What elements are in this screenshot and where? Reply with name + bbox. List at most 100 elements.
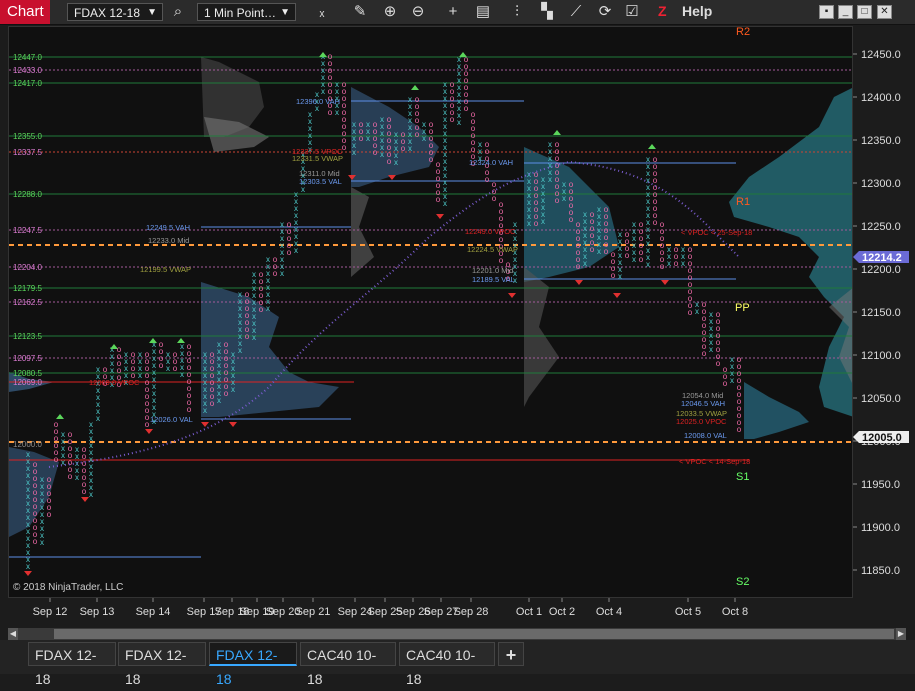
- tab-cac40-1[interactable]: CAC40 10-18: [300, 642, 396, 687]
- x-box: x: [96, 414, 100, 423]
- o-box: o: [342, 143, 347, 152]
- tab-cac40-2[interactable]: CAC40 10-18: [399, 642, 495, 687]
- tab-fdax-active[interactable]: FDAX 12-18: [209, 642, 297, 687]
- val-label: 12026.0 VAL: [150, 415, 193, 424]
- pencil-icon[interactable]: ✎: [350, 2, 370, 22]
- date-tick-label: Oct 2: [549, 606, 575, 618]
- data-box-icon[interactable]: ▤: [473, 2, 493, 22]
- o-box: o: [33, 537, 38, 546]
- drawing-tools-icon[interactable]: ⟋: [566, 2, 586, 22]
- naked-vpoc-label: < VPOC < 14-Sep-18: [679, 457, 750, 466]
- vwap-label: 12224.5 VWAP: [467, 245, 518, 254]
- zoom-out-icon[interactable]: ⊖: [408, 2, 428, 22]
- price-tick-label: 12100.0: [861, 350, 901, 362]
- o-box: o: [436, 195, 441, 204]
- x-box: x: [632, 255, 636, 264]
- o-box: o: [674, 259, 679, 268]
- tab-fdax-1[interactable]: FDAX 12-18: [28, 642, 116, 687]
- scroll-left-icon[interactable]: ◀: [8, 628, 18, 640]
- pivot-r2: R2: [736, 27, 750, 38]
- refresh-icon[interactable]: ⟳: [595, 2, 615, 22]
- add-tab-icon[interactable]: +: [498, 642, 524, 666]
- o-box: o: [688, 308, 693, 317]
- interval-selector[interactable]: 1 Min Point… ▼: [197, 3, 296, 21]
- o-box: o: [499, 256, 504, 265]
- mid-label: 12201.0 Mid: [472, 266, 513, 275]
- strategies-icon[interactable]: ▚: [537, 2, 557, 22]
- crosshair-icon[interactable]: +: [443, 2, 463, 22]
- vwap-label: 12199.5 VWAP: [140, 265, 191, 274]
- price-tick-label: 12050.0: [861, 393, 901, 405]
- date-tick-label: Sep 13: [80, 606, 115, 618]
- price-tick-label: 12150.0: [861, 307, 901, 319]
- o-box: o: [590, 245, 595, 254]
- o-box: o: [569, 215, 574, 224]
- scrollbar-thumb[interactable]: [54, 629, 894, 639]
- zoom-in-icon[interactable]: ⊕: [380, 2, 400, 22]
- copyright-label: © 2018 NinjaTrader, LLC: [13, 582, 123, 593]
- level-label: 12447.0: [13, 53, 42, 62]
- price-tick-label: 12400.0: [861, 92, 901, 104]
- x-box: x: [294, 246, 298, 255]
- chart-toolbar: Chart FDAX 12-18 ▼ ⌕ 1 Min Point… ▼ ₓ ✎ …: [0, 0, 915, 25]
- vpoc-label: 12025.0 VPOC: [676, 417, 727, 426]
- o-box: o: [82, 487, 87, 496]
- minimize-icon[interactable]: _: [838, 5, 853, 19]
- level-label: 12247.5: [13, 226, 42, 235]
- x-box: x: [366, 134, 370, 143]
- o-box: o: [387, 157, 392, 166]
- properties-icon[interactable]: ☑: [622, 2, 642, 22]
- x-box: x: [75, 473, 79, 482]
- price-tick-label: 12450.0: [861, 49, 901, 61]
- o-box: o: [555, 196, 560, 205]
- o-box: o: [716, 359, 721, 368]
- o-box: o: [54, 455, 59, 464]
- o-box: o: [450, 115, 455, 124]
- x-box: x: [203, 406, 207, 415]
- vpoc-label: 12249.0 VPOC: [465, 227, 516, 236]
- x-box: x: [266, 304, 270, 313]
- o-box: o: [359, 134, 364, 143]
- high-low-markers: [24, 52, 669, 576]
- help-menu[interactable]: Help: [682, 3, 712, 19]
- o-box: o: [702, 349, 707, 358]
- date-tick-label: Sep 28: [454, 606, 489, 618]
- window-menu-icon[interactable]: ▪: [819, 5, 834, 19]
- scroll-right-icon[interactable]: ▶: [896, 628, 906, 640]
- level-label: 12097.5: [13, 354, 42, 363]
- x-box: x: [394, 158, 398, 167]
- level-label: 12337.5: [13, 148, 42, 157]
- x-box: x: [40, 538, 44, 547]
- date-tick-label: Oct 5: [675, 606, 701, 618]
- z-button[interactable]: Z: [658, 3, 667, 19]
- price-axis[interactable]: 12450.0 12400.0 12350.0 12300.0 12250.0 12200…: [853, 26, 915, 598]
- o-box: o: [273, 269, 278, 278]
- chevron-down-icon: ▼: [147, 7, 157, 18]
- data-series-icon[interactable]: ₓ: [312, 2, 332, 22]
- mid-label: 12233.0 Mid: [148, 236, 189, 245]
- search-icon[interactable]: ⌕: [168, 2, 188, 22]
- o-box: o: [68, 472, 73, 481]
- tab-fdax-2[interactable]: FDAX 12-18: [118, 642, 206, 687]
- o-box: o: [653, 218, 658, 227]
- maximize-icon[interactable]: □: [857, 5, 872, 19]
- o-box: o: [429, 155, 434, 164]
- x-box: x: [352, 148, 356, 157]
- o-box: o: [625, 251, 630, 260]
- close-icon[interactable]: ✕: [877, 5, 892, 19]
- x-box: x: [597, 247, 601, 256]
- date-tick-label: Oct 1: [516, 606, 542, 618]
- indicators-icon[interactable]: ⫶: [507, 2, 527, 22]
- horizontal-scrollbar[interactable]: ◀ ▶: [8, 628, 906, 640]
- instrument-selector[interactable]: FDAX 12-18 ▼: [67, 3, 163, 21]
- o-box: o: [328, 108, 333, 117]
- chevron-down-icon: ▼: [280, 7, 290, 18]
- price-ticks: 12450.0 12400.0 12350.0 12300.0 12250.0 12200…: [853, 49, 901, 577]
- market-profile-chart: xxxxxxxxxxxxxxxxxooooooooooooxxxxxxxxxxo…: [9, 27, 852, 593]
- date-tick-label: Oct 8: [722, 606, 748, 618]
- o-box: o: [611, 271, 616, 280]
- x-box: x: [695, 307, 699, 316]
- o-box: o: [639, 255, 644, 264]
- chart-plot-area[interactable]: xxxxxxxxxxxxxxxxxooooooooooooxxxxxxxxxxo…: [8, 26, 853, 598]
- x-box: x: [457, 118, 461, 127]
